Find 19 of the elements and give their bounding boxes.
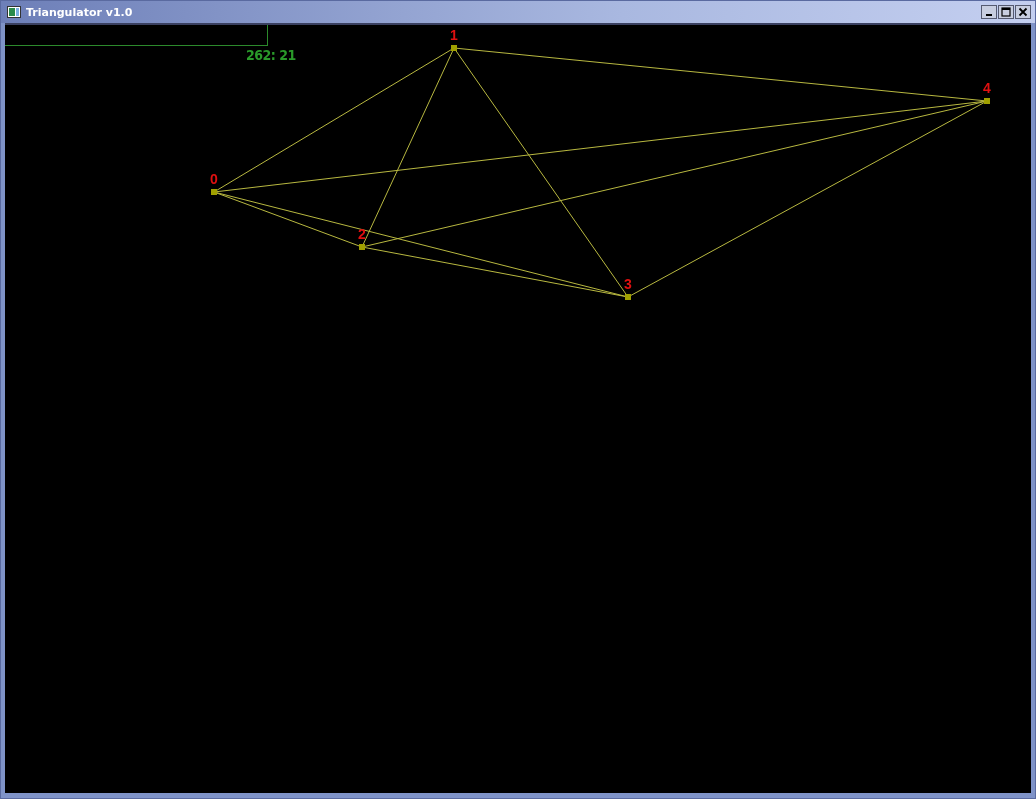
app-icon: [7, 6, 21, 18]
coordinate-readout: 262: 21: [246, 47, 296, 63]
vertex-point: [359, 244, 365, 250]
vertex-point: [211, 189, 217, 195]
maximize-icon: [1001, 7, 1011, 17]
vertex-label: 4: [983, 80, 991, 96]
close-icon: [1018, 7, 1028, 17]
minimize-icon: [986, 14, 992, 16]
minimize-button[interactable]: [981, 5, 997, 19]
vertex-label: 1: [450, 27, 458, 43]
vertex-label: 2: [358, 226, 366, 242]
close-button[interactable]: [1015, 5, 1031, 19]
vertex-label: 0: [210, 171, 218, 187]
window-title: Triangulator v1.0: [26, 5, 134, 19]
vertex-label: 3: [624, 276, 632, 292]
vertex-point: [451, 45, 457, 51]
vertex-point: [625, 294, 631, 300]
vertex-point: [984, 98, 990, 104]
maximize-button[interactable]: [998, 5, 1014, 19]
